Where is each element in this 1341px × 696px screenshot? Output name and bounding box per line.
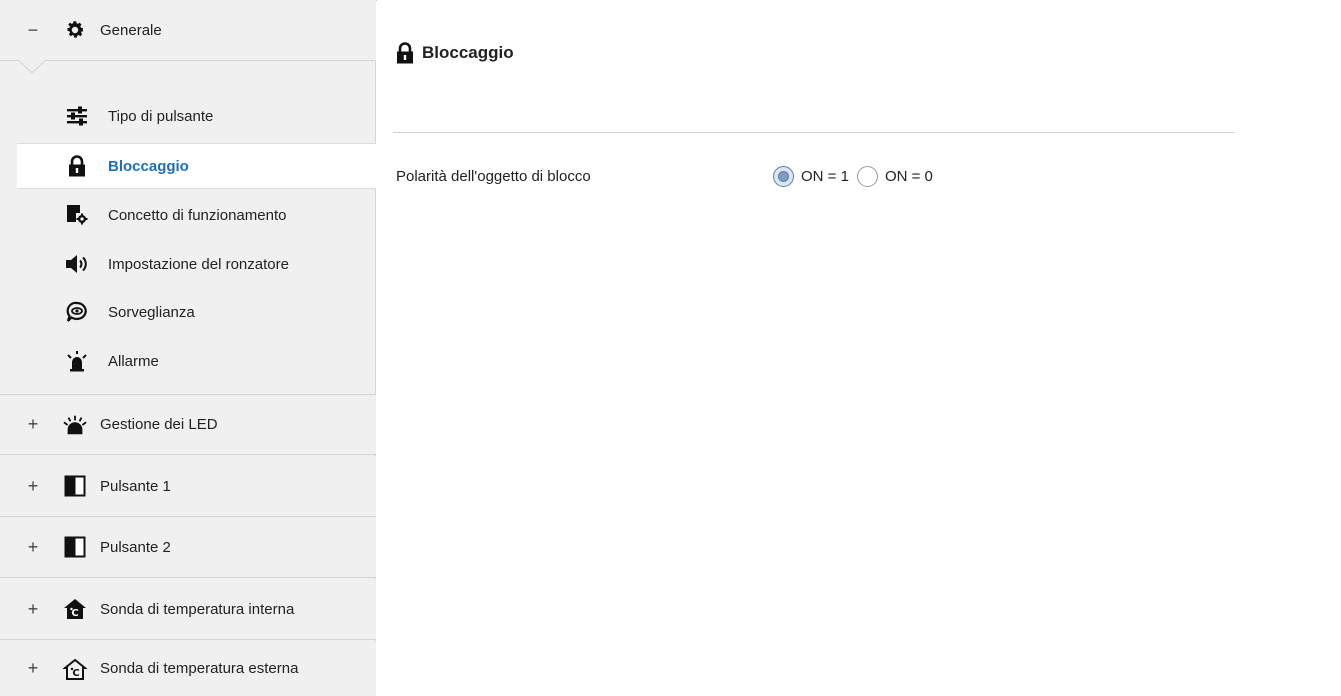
- sidebar-item-impostazione-del-ronzatore[interactable]: Impostazione del ronzatore: [17, 241, 376, 287]
- polarity-radio-group: ON = 1 ON = 0: [773, 165, 941, 187]
- indoor-temp-icon: C: [63, 597, 87, 621]
- expand-toggle[interactable]: +: [26, 599, 40, 620]
- sidebar-item-label: Sorveglianza: [108, 303, 195, 321]
- sliders-icon: [65, 104, 89, 128]
- lock-icon: [396, 42, 416, 64]
- sidebar-item-sorveglianza[interactable]: Sorveglianza: [17, 289, 376, 335]
- button-panel-icon: [63, 474, 87, 498]
- sidebar-group-gestione-dei-led[interactable]: + Gestione dei LED: [0, 394, 376, 455]
- device-gear-icon: [65, 203, 89, 227]
- sidebar-group-label: Sonda di temperatura interna: [100, 600, 295, 618]
- sidebar-item-allarme[interactable]: Allarme: [17, 338, 376, 384]
- collapse-toggle[interactable]: −: [26, 20, 40, 41]
- button-panel-icon: [63, 535, 87, 559]
- sidebar-group-label: Pulsante 2: [100, 538, 171, 556]
- parameter-label: Polarità dell'oggetto di blocco: [396, 167, 591, 185]
- sidebar-group-pulsante-2[interactable]: + Pulsante 2: [0, 517, 376, 578]
- alarm-icon: [65, 349, 89, 373]
- radio-label: ON = 1: [801, 167, 849, 185]
- sidebar-item-concetto-di-funzionamento[interactable]: Concetto di funzionamento: [17, 192, 376, 238]
- expand-toggle[interactable]: +: [26, 658, 40, 679]
- main-panel: Bloccaggio Polarità dell'oggetto di bloc…: [377, 0, 1341, 696]
- divider: [393, 132, 1235, 133]
- expand-toggle[interactable]: +: [26, 537, 40, 558]
- sidebar-group-pulsante-1[interactable]: + Pulsante 1: [0, 456, 376, 517]
- radio-label: ON = 0: [884, 167, 933, 185]
- gear-icon: [63, 18, 87, 42]
- sidebar-item-label: Impostazione del ronzatore: [108, 255, 289, 273]
- page-title: Bloccaggio: [396, 42, 514, 64]
- led-icon: [63, 413, 87, 437]
- sidebar-group-label: Pulsante 1: [100, 477, 171, 495]
- sidebar: − Generale Tipo di pulsante Bloccaggio C…: [0, 0, 376, 696]
- eye-bubble-icon: [65, 300, 89, 324]
- parameter-row: Polarità dell'oggetto di blocco ON = 1 O…: [396, 164, 1296, 188]
- sidebar-group-label: Gestione dei LED: [100, 416, 218, 433]
- radio-circle[interactable]: [773, 165, 794, 187]
- sidebar-item-label: Tipo di pulsante: [108, 107, 214, 125]
- sidebar-item-bloccaggio[interactable]: Bloccaggio: [17, 143, 376, 189]
- sidebar-item-label: Concetto di funzionamento: [108, 206, 287, 224]
- radio-circle[interactable]: [856, 165, 878, 187]
- svg-text:C: C: [72, 668, 79, 679]
- sidebar-item-tipo-di-pulsante[interactable]: Tipo di pulsante: [17, 93, 376, 139]
- sidebar-group-label: Sonda di temperatura esterna: [100, 660, 299, 677]
- sidebar-group-label: Generale: [100, 21, 162, 39]
- outdoor-temp-icon: C: [63, 657, 87, 681]
- expand-toggle[interactable]: +: [26, 476, 40, 497]
- sidebar-item-label: Bloccaggio: [108, 157, 189, 175]
- page-title-text: Bloccaggio: [422, 43, 514, 62]
- speaker-icon: [65, 252, 89, 276]
- sidebar-item-label: Allarme: [108, 352, 159, 370]
- sidebar-group-sonda-interna[interactable]: + C Sonda di temperatura interna: [0, 579, 376, 640]
- sidebar-group-generale[interactable]: − Generale: [0, 0, 376, 61]
- tree-caret: [18, 60, 46, 74]
- radio-on-0[interactable]: ON = 0: [856, 165, 933, 187]
- lock-icon: [65, 154, 89, 178]
- sidebar-group-sonda-esterna[interactable]: + C Sonda di temperatura esterna: [0, 641, 376, 696]
- expand-toggle[interactable]: +: [26, 414, 40, 435]
- radio-on-1[interactable]: ON = 1: [773, 165, 849, 187]
